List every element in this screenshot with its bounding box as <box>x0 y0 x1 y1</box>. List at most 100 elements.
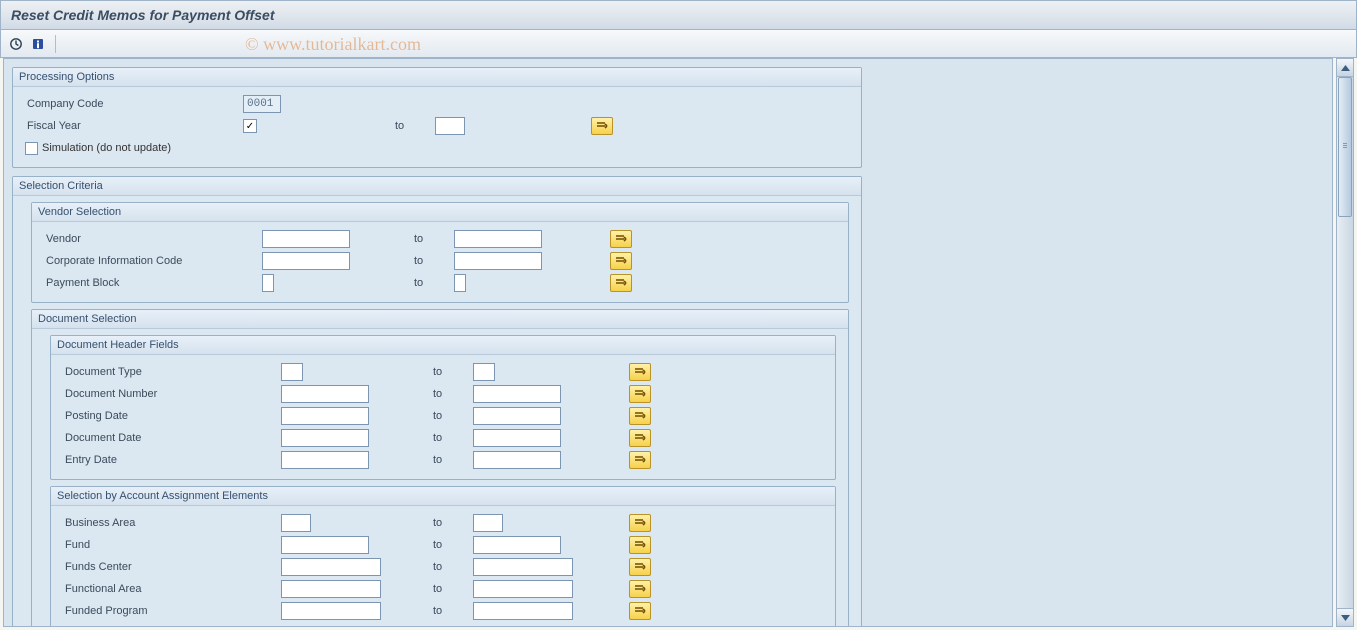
label-company-code: Company Code <box>25 98 243 110</box>
field-row: Fund to <box>63 534 827 556</box>
to-label: to <box>414 255 454 267</box>
to-label: to <box>433 388 473 400</box>
group-body: VendortoCorporate Information CodetoPaym… <box>32 222 848 302</box>
to-input[interactable] <box>473 536 561 554</box>
scroll-thumb[interactable] <box>1338 77 1352 217</box>
row-company-code: Company Code <box>25 93 853 115</box>
field-label: Posting Date <box>63 410 281 422</box>
multi-select-button[interactable] <box>629 407 651 425</box>
group-body: Company Code Fiscal Year ✓ to <box>13 87 861 167</box>
to-label: to <box>433 561 473 573</box>
field-row: Business Areato <box>63 512 827 534</box>
field-label: Business Area <box>63 517 281 529</box>
from-input[interactable] <box>281 558 381 576</box>
multi-select-button[interactable] <box>610 252 632 270</box>
from-input[interactable] <box>281 580 381 598</box>
field-label: Funds Center <box>63 561 281 573</box>
simulation-checkbox[interactable] <box>25 142 38 155</box>
field-row: Document Number to <box>63 383 827 405</box>
group-body: Document Header Fields Document TypetoDo… <box>32 329 848 627</box>
to-input[interactable] <box>473 451 561 469</box>
group-title: Document Header Fields <box>51 336 835 355</box>
label-simulation: Simulation (do not update) <box>42 142 171 154</box>
to-input[interactable] <box>473 407 561 425</box>
multi-select-button[interactable] <box>591 117 613 135</box>
from-input[interactable] <box>262 274 274 292</box>
field-label: Corporate Information Code <box>44 255 262 267</box>
group-vendor-selection: Vendor Selection VendortoCorporate Infor… <box>31 202 849 303</box>
to-input[interactable] <box>473 580 573 598</box>
toolbar-separator <box>55 35 56 53</box>
fiscal-year-to-input[interactable] <box>435 117 465 135</box>
multi-select-button[interactable] <box>629 536 651 554</box>
scroll-track[interactable] <box>1337 77 1353 608</box>
from-input[interactable] <box>281 363 303 381</box>
field-label: Document Date <box>63 432 281 444</box>
to-label: to <box>433 539 473 551</box>
multi-select-button[interactable] <box>629 602 651 620</box>
to-input[interactable] <box>454 252 542 270</box>
multi-select-button[interactable] <box>629 558 651 576</box>
title-bar: Reset Credit Memos for Payment Offset <box>0 0 1357 30</box>
field-row: Document Date to <box>63 427 827 449</box>
to-input[interactable] <box>473 385 561 403</box>
info-icon[interactable] <box>29 35 47 53</box>
to-input[interactable] <box>473 602 573 620</box>
from-input[interactable] <box>281 407 369 425</box>
to-input[interactable] <box>473 514 503 532</box>
from-input[interactable] <box>281 536 369 554</box>
multi-select-button[interactable] <box>610 230 632 248</box>
to-input[interactable] <box>473 558 573 576</box>
from-input[interactable] <box>281 514 311 532</box>
scroll-up-button[interactable] <box>1337 59 1353 77</box>
to-label: to <box>433 583 473 595</box>
field-label: Document Type <box>63 366 281 378</box>
to-label: to <box>395 120 435 132</box>
from-input[interactable] <box>281 602 381 620</box>
from-input[interactable] <box>281 451 369 469</box>
group-title: Processing Options <box>13 68 861 87</box>
multi-select-button[interactable] <box>629 514 651 532</box>
from-input[interactable] <box>262 252 350 270</box>
group-title: Vendor Selection <box>32 203 848 222</box>
multi-select-button[interactable] <box>629 385 651 403</box>
execute-icon[interactable] <box>7 35 25 53</box>
to-input[interactable] <box>454 274 466 292</box>
group-title: Selection Criteria <box>13 177 861 196</box>
to-input[interactable] <box>454 230 542 248</box>
to-input[interactable] <box>473 429 561 447</box>
row-simulation: Simulation (do not update) <box>25 137 853 159</box>
field-label: Fund <box>63 539 281 551</box>
field-row: Functional Area to <box>63 578 827 600</box>
to-input[interactable] <box>473 363 495 381</box>
field-label: Vendor <box>44 233 262 245</box>
to-label: to <box>433 605 473 617</box>
page-title: Reset Credit Memos for Payment Offset <box>11 7 274 23</box>
from-input[interactable] <box>281 429 369 447</box>
multi-select-button[interactable] <box>629 580 651 598</box>
label-fiscal-year: Fiscal Year <box>25 120 243 132</box>
field-row: Funded Programto <box>63 600 827 622</box>
group-title: Document Selection <box>32 310 848 329</box>
to-label: to <box>433 410 473 422</box>
fiscal-year-from-checkbox[interactable]: ✓ <box>243 119 257 133</box>
vertical-scrollbar[interactable] <box>1336 58 1354 627</box>
field-label: Document Number <box>63 388 281 400</box>
scroll-down-button[interactable] <box>1337 608 1353 626</box>
multi-select-button[interactable] <box>629 451 651 469</box>
multi-select-button[interactable] <box>629 363 651 381</box>
from-input[interactable] <box>281 385 369 403</box>
field-label: Functional Area <box>63 583 281 595</box>
field-row: Document Typeto <box>63 361 827 383</box>
company-code-input[interactable] <box>243 95 281 113</box>
group-account-assignment: Selection by Account Assignment Elements… <box>50 486 836 627</box>
toolbar <box>0 30 1357 58</box>
field-row: Corporate Information Code to <box>44 250 840 272</box>
multi-select-button[interactable] <box>610 274 632 292</box>
group-body: Business AreatoFundtoFunds CentertoFunct… <box>51 506 835 627</box>
to-label: to <box>433 432 473 444</box>
field-row: Funds Center to <box>63 556 827 578</box>
field-row: Entry Dateto <box>63 449 827 471</box>
multi-select-button[interactable] <box>629 429 651 447</box>
from-input[interactable] <box>262 230 350 248</box>
